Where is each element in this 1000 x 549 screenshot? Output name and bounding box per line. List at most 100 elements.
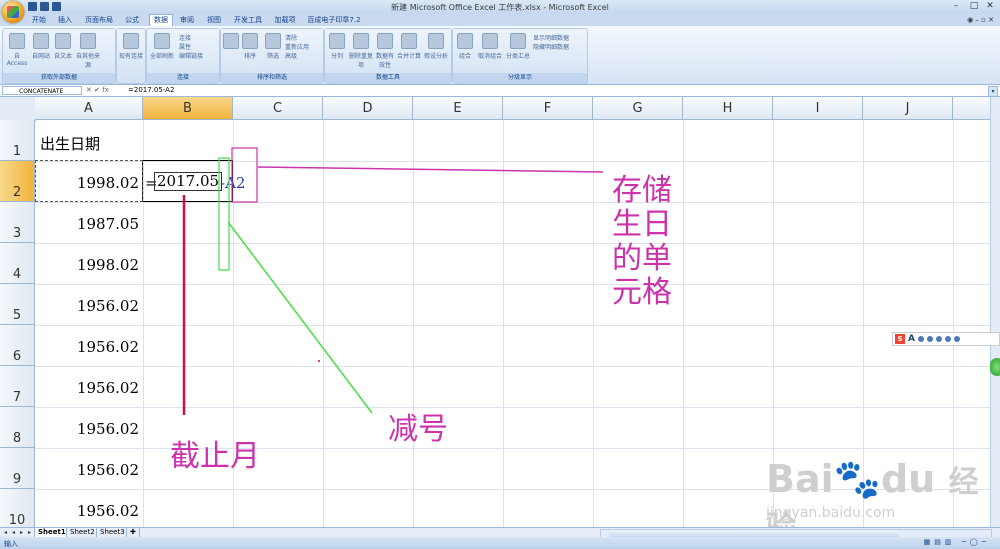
group-sort-filter: 排序 筛选 清除 重新应用 高级 排序和筛选 [220,28,324,84]
floating-assistant-icon[interactable] [990,358,1000,376]
title-bar: 新建 Microsoft Office Excel 工作表.xlsx - Mic… [0,0,1000,14]
tab-formulas[interactable]: 公式 [122,15,142,26]
web-icon [33,33,49,49]
connections-button[interactable]: 连接 [179,33,191,42]
sort-az-button[interactable] [223,33,239,51]
from-access-button[interactable]: 自 Access [5,33,29,67]
storage-cell-label-line: 的单 [612,241,672,276]
reapply-button[interactable]: 重新应用 [285,42,309,51]
ime-keyboard-icon[interactable] [935,336,942,342]
formula-input[interactable]: =2017.05-A2 [128,86,174,94]
vertical-scrollbar[interactable] [990,97,1000,527]
properties-button[interactable]: 属性 [179,42,191,51]
group-label: 获取外部数据 [3,73,115,83]
subtotal-button[interactable]: 分类汇总 [505,33,531,60]
filter-button[interactable]: 筛选 [263,33,283,60]
view-buttons[interactable]: ▦▤▥ ─◯─ [924,538,990,546]
tab-insert[interactable]: 插入 [55,15,75,26]
group-data-tools: 分列 删除重复项 数据有效性 合并计算 假设分析 数据工具 [324,28,452,84]
ime-toolbar[interactable]: S A [892,332,1000,346]
existing-connections-button[interactable]: 现有连接 [119,33,143,60]
window-title: 新建 Microsoft Office Excel 工作表.xlsx - Mic… [391,3,609,12]
last-sheet-icon[interactable]: ▸ [26,528,33,537]
office-button[interactable] [2,1,24,23]
remove-duplicates-button[interactable]: 删除重复项 [349,33,373,69]
validation-icon [377,33,393,49]
ungroup-icon [482,33,498,49]
sogou-icon[interactable]: S [895,334,905,344]
refresh-all-button[interactable]: 全部刷新 [149,33,175,60]
group-label: 排序和筛选 [221,73,323,83]
storage-cell-label-line: 元格 [612,275,672,310]
refresh-icon [154,33,170,49]
tab-home[interactable]: 开始 [28,15,50,26]
horizontal-scroll-thumb[interactable] [609,530,899,537]
help-icon[interactable]: ◉ – ▫ ✕ [967,16,994,24]
ime-voice-icon[interactable] [926,336,933,342]
data-validation-button[interactable]: 数据有效性 [375,33,395,69]
tab-view[interactable]: 视图 [204,15,224,26]
watermark-url: jingyan.baidu.com [766,505,896,521]
storage-cell-marker [231,147,258,203]
ime-mode-icon[interactable]: A [908,334,915,344]
minus-sign-label: 减号 [388,412,448,447]
text-to-columns-button[interactable]: 分列 [327,33,347,60]
tab-data[interactable]: 数据 [149,14,173,26]
group-existing-connections: 现有连接 [116,28,146,84]
advanced-button[interactable]: 高级 [285,51,297,60]
sort-button[interactable]: 排序 [239,33,261,60]
office-logo-icon [7,6,19,18]
ime-settings-icon[interactable] [917,336,924,342]
close-button[interactable]: ✕ [982,1,998,12]
columns-icon [329,33,345,49]
tab-e-seal[interactable]: 百成电子印章7.2 [306,15,362,26]
group-button[interactable]: 组合 [455,33,475,60]
minimize-button[interactable]: – [948,1,964,12]
edit-links-button[interactable]: 编辑链接 [179,51,203,60]
what-if-button[interactable]: 假设分析 [423,33,449,60]
remove-duplicates-icon [353,33,369,49]
maximize-button[interactable]: □ [966,1,982,12]
from-text-button[interactable]: 自文本 [53,33,73,60]
tab-developer[interactable]: 开发工具 [231,15,265,26]
from-web-button[interactable]: 自网站 [31,33,51,60]
hide-detail-button[interactable]: 隐藏明细数据 [533,42,569,51]
ime-skin-icon[interactable] [944,336,951,342]
fx-icon[interactable]: ✕ ✔ fx [86,86,109,94]
group-label: 数据工具 [325,73,451,83]
group-label: 连接 [147,73,219,83]
from-other-button[interactable]: 自其他来源 [75,33,101,69]
tab-addins[interactable]: 加载项 [272,15,298,26]
minus-marker [218,157,230,271]
show-detail-button[interactable]: 显示明细数据 [533,33,569,42]
next-sheet-icon[interactable]: ▸ [18,528,25,537]
prev-sheet-icon[interactable]: ◂ [10,528,17,537]
cutoff-month-label: 截止月 [170,439,260,474]
ungroup-button[interactable]: 取消组合 [477,33,503,60]
paw-icon: 🐾 [833,457,881,501]
first-sheet-icon[interactable]: ◂ [2,528,9,537]
storage-cell-label: 存储 生日 的单 元格 [612,174,682,310]
subtotal-icon [510,33,526,49]
sort-az-icon [223,33,239,49]
clear-button[interactable]: 清除 [285,33,297,42]
ime-tools-icon[interactable] [953,336,960,342]
formula-expand-icon[interactable]: ▾ [988,86,998,97]
group-icon [457,33,473,49]
access-icon [9,33,25,49]
consolidate-button[interactable]: 合并计算 [397,33,421,60]
stray-dot [318,360,320,362]
name-box[interactable]: CONCATENATE [2,86,82,95]
tab-page-layout[interactable]: 页面布局 [82,15,116,26]
status-bar: 输入 ▦▤▥ ─◯─ [0,537,1000,549]
group-label: 分级显示 [453,73,587,83]
text-icon [55,33,71,49]
minus-pointer [227,221,373,414]
tab-review[interactable]: 审阅 [177,15,197,26]
group-get-external-data: 自 Access 自网站 自文本 自其他来源 获取外部数据 [2,28,116,84]
storage-cell-label-line: 生日 [612,207,672,242]
connections-icon [123,33,139,49]
storage-cell-pointer [257,166,604,173]
other-source-icon [80,33,96,49]
formula-bar: CONCATENATE ✕ ✔ fx =2017.05-A2 ▾ [0,85,1000,97]
